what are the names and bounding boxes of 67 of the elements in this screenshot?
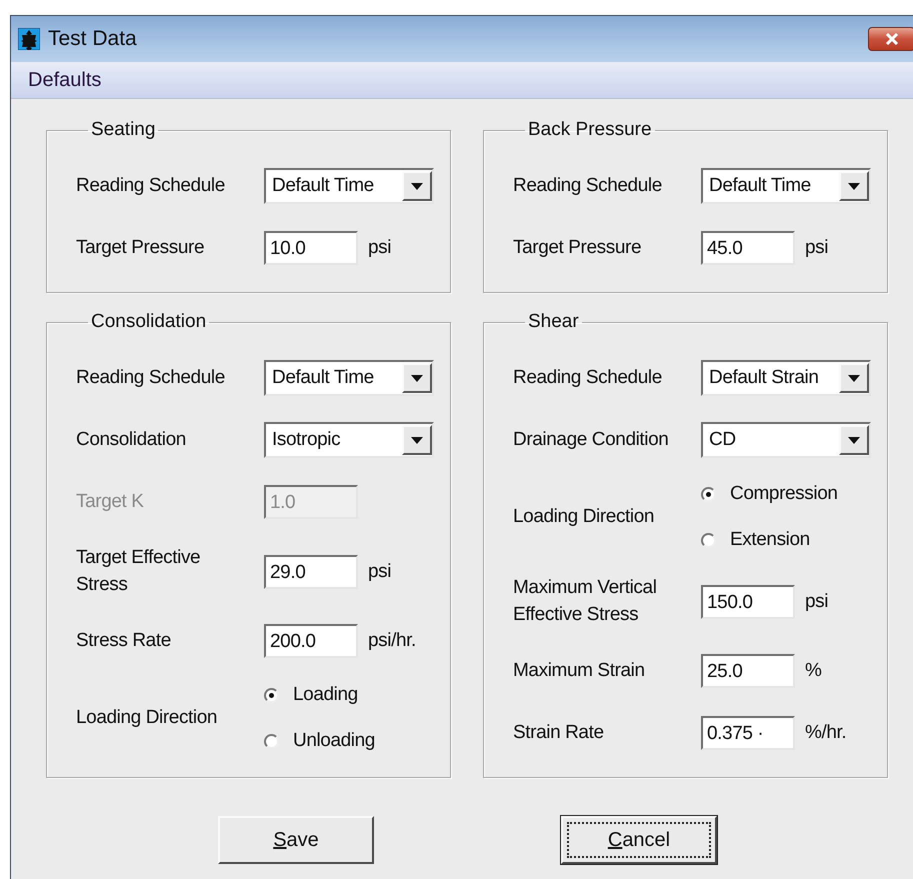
radio-button[interactable] (264, 688, 279, 703)
field-label: Loading Direction (513, 504, 656, 529)
group-title: Seating (90, 119, 156, 141)
field-label: Drainage Condition (513, 428, 670, 452)
input-field[interactable]: 25.0 (701, 654, 795, 688)
dropdown-button[interactable] (839, 171, 869, 201)
field-label: Maximum Vertical Effective Stress (513, 576, 658, 627)
app-icon (18, 28, 40, 50)
caret-icon (411, 182, 423, 190)
field-label: Strain Rate (513, 720, 605, 745)
radio-label[interactable]: Loading (293, 684, 358, 706)
unit-label: psi (368, 560, 392, 583)
field-label: Target Pressure (76, 236, 206, 260)
close-button[interactable] (868, 27, 913, 51)
radio-label[interactable]: Extension (730, 529, 810, 551)
field-label: Target Pressure (513, 236, 642, 260)
field-label: Stress Rate (76, 628, 172, 653)
input-field[interactable]: 29.0 (264, 554, 358, 589)
field-label: Loading Direction (76, 706, 218, 730)
cancel-button[interactable]: Cancel (561, 816, 717, 864)
unit-label: % (805, 660, 822, 682)
field-label: Maximum Strain (513, 658, 646, 683)
menu-item[interactable]: Defaults (28, 68, 102, 92)
caret-icon (848, 182, 860, 190)
dropdown-button[interactable] (402, 363, 432, 393)
field-label: Consolidation (76, 428, 187, 452)
dropdown[interactable]: Default Time (264, 360, 434, 396)
dropdown-button[interactable] (839, 425, 869, 455)
unit-label: psi (805, 590, 828, 613)
save-button[interactable]: Save (218, 816, 374, 864)
dropdown[interactable]: Default Time (701, 168, 871, 204)
radio-label[interactable]: Unloading (293, 730, 375, 752)
dropdown[interactable]: Default Time (264, 168, 434, 204)
input-field[interactable]: 10.0 (264, 231, 358, 265)
input-field[interactable]: 150.0 (701, 584, 795, 619)
close-icon (884, 33, 898, 45)
dropdown-button[interactable] (402, 425, 432, 455)
unit-label: %/hr. (805, 722, 846, 744)
radio-button[interactable] (701, 532, 716, 548)
field-label: Target Effective Stress (76, 546, 202, 597)
dropdown-button[interactable] (402, 171, 432, 201)
dropdown-button[interactable] (839, 363, 869, 393)
radio-button[interactable] (264, 734, 279, 749)
group-title: Back Pressure (527, 119, 653, 141)
input-field[interactable]: 0.375 · (701, 716, 795, 750)
group-title: Shear (527, 311, 580, 333)
field-label: Target K (76, 490, 145, 514)
caret-icon (848, 436, 860, 444)
caret-icon (411, 374, 423, 382)
caret-icon (411, 436, 423, 444)
dropdown[interactable]: CD (701, 422, 871, 458)
input-field[interactable]: 200.0 (264, 624, 358, 658)
field-label: Reading Schedule (513, 366, 663, 390)
field-label: Reading Schedule (76, 366, 226, 390)
radio-label[interactable]: Compression (730, 483, 838, 505)
dropdown[interactable]: Default Strain (701, 360, 871, 396)
caret-icon (848, 374, 860, 382)
input-field[interactable]: 45.0 (701, 231, 795, 265)
field-label: Reading Schedule (513, 174, 663, 198)
unit-label: psi (805, 237, 828, 259)
field-label: Reading Schedule (76, 174, 226, 198)
window-title: Test Data (48, 27, 137, 51)
unit-label: psi (368, 237, 392, 259)
dropdown[interactable]: Isotropic (264, 422, 434, 458)
group-title: Consolidation (90, 311, 208, 333)
unit-label: psi/hr. (368, 630, 416, 652)
radio-button[interactable] (701, 486, 716, 502)
